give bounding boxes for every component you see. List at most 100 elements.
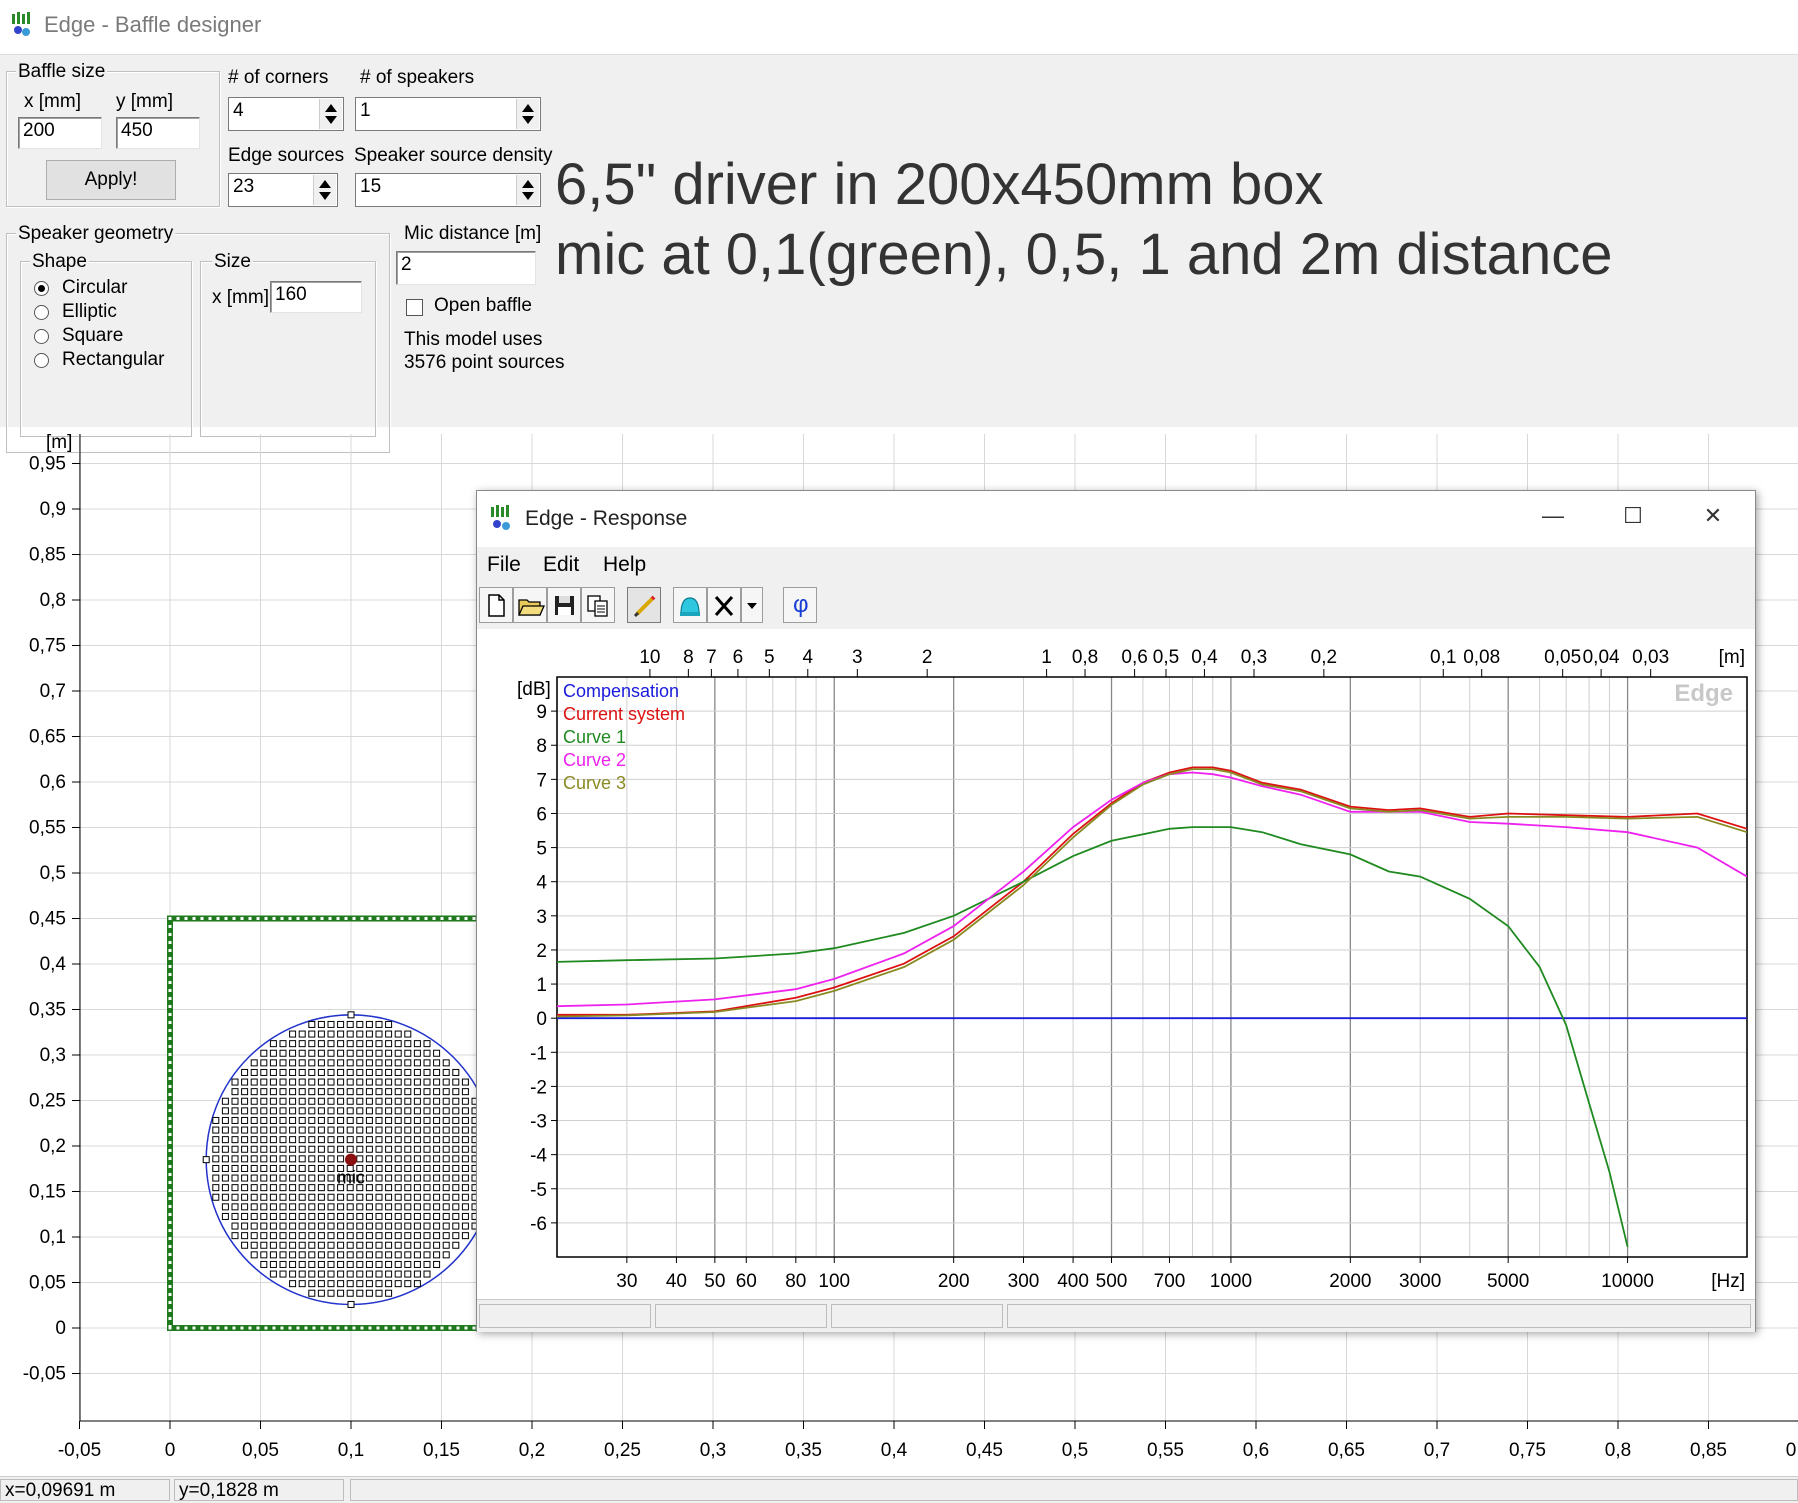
shape-rectangular-label[interactable]: Rectangular	[62, 349, 164, 371]
baffle-x-input[interactable]: 200	[18, 117, 102, 149]
response-chart[interactable]: 3040506080100200300400500700100020003000…	[477, 629, 1755, 1299]
speaker-point-source	[309, 1021, 315, 1027]
speaker-point-source	[261, 1089, 267, 1095]
speaker-point-source	[395, 1089, 401, 1095]
mic-distance-input[interactable]: 2	[396, 251, 536, 285]
top-tick-label: 0,8	[1072, 647, 1098, 668]
pencil-icon[interactable]	[627, 587, 661, 623]
speaker-point-source	[299, 1175, 305, 1181]
delete-icon[interactable]	[707, 587, 741, 623]
speaker-point-source	[462, 1194, 468, 1200]
shape-square-label[interactable]: Square	[62, 325, 123, 347]
size-x-input[interactable]: 160	[270, 281, 362, 313]
shape-rectangular-radio[interactable]	[34, 353, 49, 368]
close-icon[interactable]: ✕	[1693, 503, 1733, 533]
speaker-point-source	[424, 1146, 430, 1152]
menu-file[interactable]: File	[487, 553, 521, 577]
speaker-point-source	[280, 1127, 286, 1133]
spin-down-icon[interactable]	[325, 116, 337, 124]
speaker-handle	[348, 1012, 354, 1018]
copy-icon[interactable]	[581, 587, 615, 623]
speaker-point-source	[424, 1185, 430, 1191]
speaker-point-source	[318, 1021, 324, 1027]
response-window[interactable]: Edge - Response — ☐ ✕ File Edit Help	[476, 490, 1756, 1332]
speaker-point-source	[280, 1185, 286, 1191]
speaker-point-source	[453, 1242, 459, 1248]
speaker-point-source	[405, 1204, 411, 1210]
edge-source	[177, 917, 180, 920]
corners-spin-buttons[interactable]	[319, 99, 342, 129]
speaker-point-source	[251, 1165, 257, 1171]
annotation-line2: mic at 0,1(green), 0,5, 1 and 2m distanc…	[555, 221, 1612, 288]
speaker-point-source	[347, 1290, 353, 1296]
speaker-icon[interactable]	[673, 587, 707, 623]
shape-circular-radio[interactable]	[34, 281, 49, 296]
spin-up-icon[interactable]	[325, 104, 337, 112]
y-tick-label: 0,45	[29, 909, 66, 930]
spin-down-icon[interactable]	[522, 116, 534, 124]
spin-up-icon[interactable]	[522, 180, 534, 188]
y-tick-label: 4	[536, 873, 547, 894]
phase-icon[interactable]: φ	[783, 587, 817, 623]
baffle-y-input[interactable]: 450	[116, 117, 200, 149]
maximize-icon[interactable]: ☐	[1613, 503, 1653, 533]
open-folder-icon[interactable]	[513, 587, 547, 623]
speaker-point-source	[261, 1156, 267, 1162]
speakers-spinner[interactable]: 1	[355, 97, 541, 131]
speaker-point-source	[338, 1261, 344, 1267]
speaker-point-source	[424, 1204, 430, 1210]
edge-sources-spin-buttons[interactable]	[313, 175, 336, 205]
speaker-point-source	[251, 1175, 257, 1181]
speaker-point-source	[232, 1204, 238, 1210]
minimize-icon[interactable]: —	[1533, 503, 1573, 533]
dropdown-arrow-icon[interactable]	[741, 587, 763, 623]
shape-elliptic-label[interactable]: Elliptic	[62, 301, 117, 323]
open-baffle-label[interactable]: Open baffle	[434, 295, 532, 317]
speaker-point-source	[395, 1204, 401, 1210]
speaker-point-source	[453, 1069, 459, 1075]
shape-circular-label[interactable]: Circular	[62, 277, 127, 299]
top-tick-label: 0,5	[1153, 647, 1179, 668]
speaker-point-source	[280, 1098, 286, 1104]
speaker-point-source	[309, 1079, 315, 1085]
spin-up-icon[interactable]	[319, 180, 331, 188]
apply-button[interactable]: Apply!	[46, 160, 176, 200]
speakers-spin-buttons[interactable]	[516, 99, 539, 129]
menu-edit[interactable]: Edit	[543, 553, 579, 577]
spin-down-icon[interactable]	[522, 192, 534, 200]
speaker-point-source	[443, 1127, 449, 1133]
corners-spinner[interactable]: 4	[228, 97, 344, 131]
edge-source	[457, 1327, 460, 1330]
shape-elliptic-radio[interactable]	[34, 305, 49, 320]
speaker-point-source	[280, 1156, 286, 1162]
speaker-point-source	[309, 1098, 315, 1104]
open-baffle-checkbox[interactable]	[406, 299, 423, 316]
menu-help[interactable]: Help	[603, 553, 646, 577]
edge-sources-spinner[interactable]: 23	[228, 173, 338, 207]
speaker-point-source	[443, 1079, 449, 1085]
speaker-point-source	[453, 1165, 459, 1171]
speaker-drawing: mic	[203, 1012, 499, 1308]
save-icon[interactable]	[547, 587, 581, 623]
speaker-point-source	[462, 1213, 468, 1219]
speaker-point-source	[290, 1194, 296, 1200]
speaker-point-source	[366, 1290, 372, 1296]
speaker-point-source	[290, 1252, 296, 1258]
speaker-density-spin-buttons[interactable]	[516, 175, 539, 205]
speaker-point-source	[414, 1156, 420, 1162]
response-status-cell	[831, 1304, 1003, 1328]
speaker-point-source	[290, 1041, 296, 1047]
speaker-point-source	[424, 1060, 430, 1066]
speaker-point-source	[222, 1165, 228, 1171]
spin-down-icon[interactable]	[319, 192, 331, 200]
edge-source	[169, 1149, 172, 1152]
edge-source	[369, 917, 372, 920]
edge-source	[169, 1293, 172, 1296]
speaker-point-source	[376, 1213, 382, 1219]
new-file-icon[interactable]	[479, 587, 513, 623]
spin-up-icon[interactable]	[522, 104, 534, 112]
speaker-point-source	[414, 1261, 420, 1267]
shape-square-radio[interactable]	[34, 329, 49, 344]
speaker-point-source	[395, 1194, 401, 1200]
speaker-density-spinner[interactable]: 15	[355, 173, 541, 207]
